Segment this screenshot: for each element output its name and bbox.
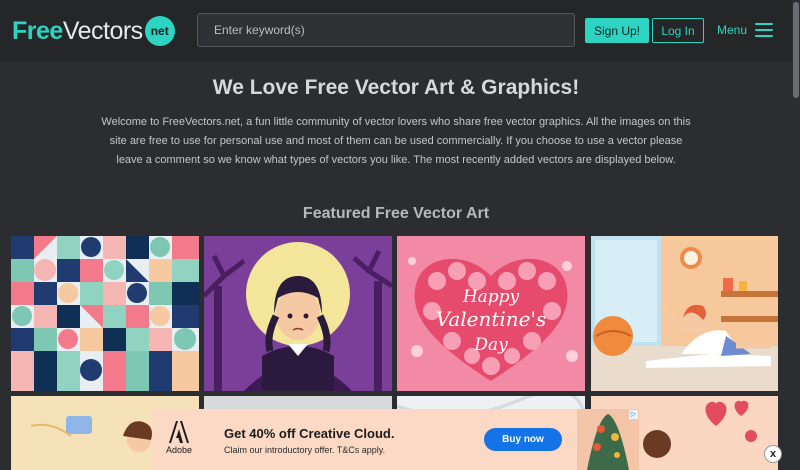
menu-button[interactable]: Menu — [717, 20, 774, 40]
site-logo[interactable]: Free Vectors net — [12, 16, 175, 46]
login-button[interactable]: Log In — [652, 18, 704, 43]
svg-text:Day: Day — [473, 335, 508, 355]
thumb-yoga-stretch[interactable] — [591, 236, 778, 391]
svg-text:Happy: Happy — [462, 287, 520, 307]
buy-now-button[interactable]: Buy now — [484, 428, 562, 451]
adchoices-icon[interactable]: ▷ — [629, 410, 638, 419]
logo-free-text: Free — [12, 16, 63, 45]
hamburger-icon — [755, 23, 774, 37]
featured-heading: Featured Free Vector Art — [302, 205, 490, 222]
geometric-pattern-image — [11, 236, 199, 391]
menu-label: Menu — [717, 23, 748, 37]
ad-banner[interactable]: Adobe Get 40% off Creative Cloud. Claim … — [152, 409, 639, 470]
thumb-girl-halloween[interactable] — [204, 236, 392, 391]
adobe-logo-icon — [169, 421, 189, 443]
intro-text: Welcome to FreeVectors.net, a fun little… — [101, 116, 691, 166]
page-scrollbar[interactable] — [792, 0, 800, 470]
adobe-brand-text: Adobe — [165, 445, 193, 455]
logo-net-badge: net — [144, 16, 175, 46]
signup-button[interactable]: Sign Up! — [585, 18, 649, 43]
logo-vectors-text: Vectors — [62, 16, 143, 45]
yoga-stretch-image — [591, 236, 778, 391]
site-header: Free Vectors net Sign Up! Log In Menu — [0, 0, 792, 62]
thumb-geometric-pattern[interactable] — [11, 236, 199, 391]
adobe-logo: Adobe — [165, 421, 193, 459]
svg-text:Valentine's: Valentine's — [436, 307, 547, 331]
ad-headline: Get 40% off Creative Cloud. — [224, 426, 395, 441]
thumb-valentines-heart[interactable]: Happy Valentine's Day — [397, 236, 585, 391]
valentines-heart-image: Happy Valentine's Day — [397, 236, 585, 391]
page-title: We Love Free Vector Art & Graphics! — [212, 76, 580, 99]
search-input[interactable] — [197, 13, 575, 47]
ad-subline: Claim our introductory offer. T&Cs apply… — [224, 445, 386, 455]
girl-halloween-image — [204, 236, 392, 391]
scrollbar-thumb[interactable] — [793, 2, 799, 98]
ad-close-button[interactable]: x — [764, 445, 782, 463]
